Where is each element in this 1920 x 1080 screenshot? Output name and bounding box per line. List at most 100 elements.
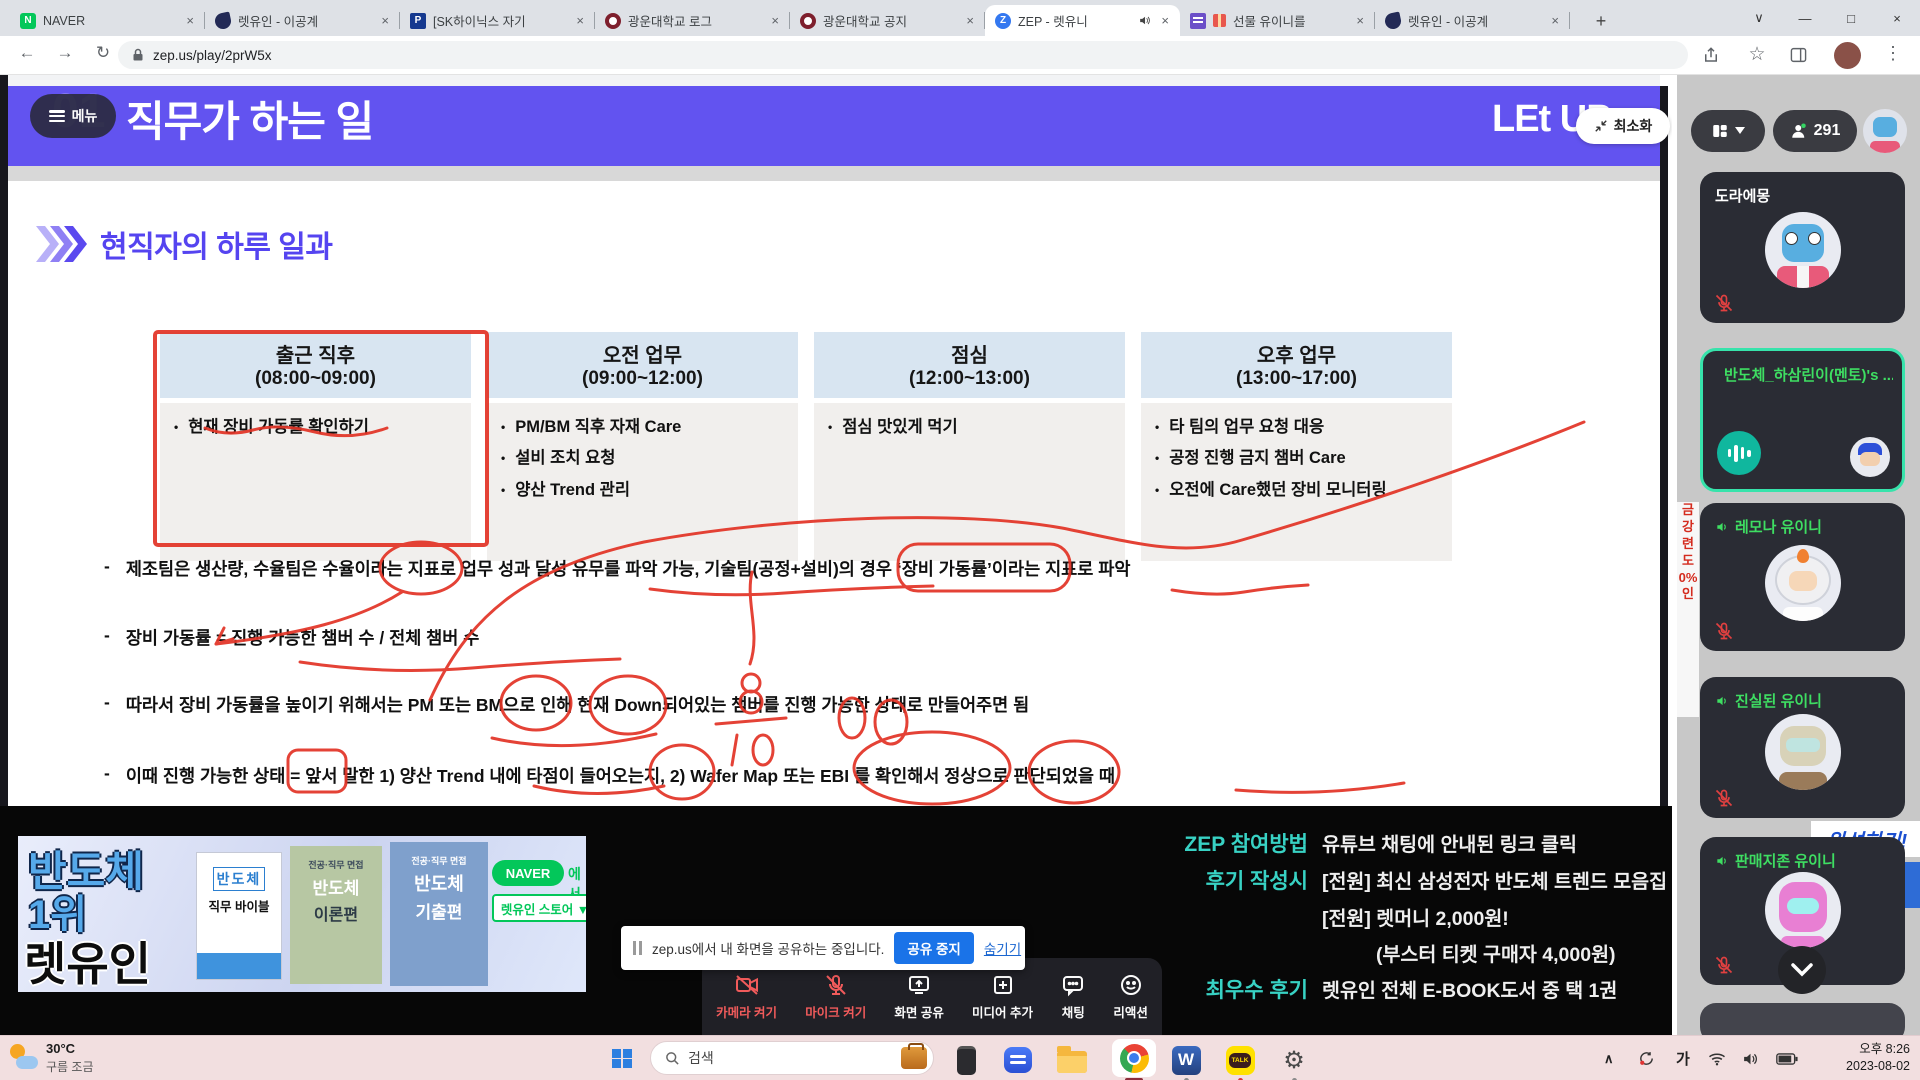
taskbar-app-device[interactable] [950,1044,982,1076]
taskbar-app-word[interactable]: W [1170,1044,1202,1076]
taskbar-app-chrome-active[interactable] [1112,1039,1156,1077]
share-icon[interactable] [1702,46,1720,64]
close-icon[interactable]: × [963,13,977,28]
list-item: •타 팀의 업무 요청 대응 [1155,416,1444,438]
participant-name: 레모나 유이니 [1715,516,1822,537]
participant-count-button[interactable]: 291 [1773,110,1857,152]
button-label: 마이크 켜기 [805,1002,866,1021]
letuin-store-button[interactable]: 렛유인 스토어 ▼ [492,894,586,922]
reaction-button[interactable]: 리액션 [1113,973,1148,1021]
participant-tile[interactable]: 도라에몽 [1700,172,1905,323]
close-icon[interactable]: × [378,13,392,28]
slide-bullet-line: -따라서 장비 가동률을 높이기 위해서는 PM 또는 BM으로 인해 현재 D… [104,692,1029,717]
tab-naver[interactable]: N NAVER × [10,5,205,36]
taskbar-search[interactable]: 검색 [650,1041,934,1075]
taskbar-clock[interactable]: 오후 8:26 2023-08-02 [1846,1041,1910,1075]
kwangwoon-favicon [605,13,621,29]
item-text: 오전에 Care했던 장비 모니터링 [1169,479,1404,501]
tab-zep-active[interactable]: Z ZEP - 렛유니 × [985,5,1180,36]
close-icon[interactable]: × [183,13,197,28]
taskbar-app-settings[interactable]: ⚙ [1278,1044,1310,1076]
mic-on-button[interactable]: 마이크 켜기 [805,973,866,1021]
search-icon [665,1051,680,1066]
window-minimize-button[interactable]: — [1782,0,1828,36]
taskbar-app-explorer[interactable] [1056,1044,1088,1076]
tab-title: ZEP - 렛유니 [1018,11,1131,30]
tray-expand-chevron[interactable]: ∧ [1604,1036,1614,1080]
tab-letuin-2[interactable]: 렛유인 - 이공계 × [1375,5,1570,36]
hide-share-bar-link[interactable]: 숨기기 [984,938,1021,958]
weather-desc[interactable]: 구름 조금 [46,1058,94,1075]
voice-activity-icon [1717,431,1761,475]
close-icon[interactable]: × [573,13,587,28]
window-close-button[interactable]: × [1874,0,1920,36]
windows-start-button[interactable] [612,1049,631,1068]
letuin-ad-banner[interactable]: 반도체 1위 렛유인 반도체 직무 바이블 전공·직무 면접 반도체 이론편 전… [18,836,586,992]
tab-gift-form[interactable]: 선물 유이니를 × [1180,5,1375,36]
folder-icon [1057,1051,1087,1073]
mic-off-icon [824,973,848,997]
add-media-button[interactable]: 미디어 추가 [972,973,1033,1021]
screen-share-button[interactable]: 화면 공유 [894,973,943,1021]
column-title: 출근 직후 [160,339,471,368]
caret-down-icon [1735,127,1745,135]
book-cover: 반도체 직무 바이블 [196,852,282,980]
tab-title: NAVER [43,14,176,28]
close-icon[interactable]: × [768,13,782,28]
chat-button[interactable]: 채팅 [1061,973,1085,1021]
scroll-down-button[interactable] [1778,946,1826,994]
tab-letuin-1[interactable]: 렛유인 - 이공계 × [205,5,400,36]
new-tab-button[interactable]: + [1588,8,1614,34]
volume-icon[interactable] [1742,1036,1759,1080]
avatar [1765,545,1841,621]
participant-tile[interactable]: 진실된 유이니 [1700,677,1905,818]
tab-sk-hynix[interactable]: P [SK하이닉스 자기 × [400,5,595,36]
my-avatar[interactable] [1863,109,1907,153]
address-bar[interactable]: zep.us/play/2prW5x [118,41,1688,69]
avatar [1765,872,1841,948]
close-icon[interactable]: × [1548,13,1562,28]
close-icon[interactable]: × [1158,13,1172,28]
bookmark-star-icon[interactable]: ☆ [1744,43,1770,66]
bullet-icon: • [1155,479,1159,501]
item-text: 설비 조치 요청 [515,447,615,469]
side-panel-icon[interactable] [1790,47,1807,63]
tray-sync-icon[interactable] [1638,1036,1655,1080]
taskbar-app-chat[interactable] [1002,1044,1034,1076]
participant-tile-speaking[interactable]: 반도체_하삼린이(멘토)'s ... [1700,348,1905,492]
window-maximize-button[interactable]: □ [1828,0,1874,36]
bullet-icon: • [501,447,505,469]
forward-icon[interactable]: → [52,43,78,63]
kakaotalk-label: TALK [1229,1053,1252,1068]
reload-icon[interactable]: ↻ [90,43,116,63]
profile-avatar[interactable] [1834,42,1861,69]
participant-tile[interactable]: 레모나 유이니 [1700,503,1905,651]
speaker-icon [1715,854,1729,868]
background-page-fragment: 금강련도0%인 [1677,502,1699,717]
tab-kwangwoon-notice[interactable]: 광운대학교 공지 × [790,5,985,36]
close-icon[interactable]: × [1353,13,1367,28]
tab-search-icon[interactable]: ∨ [1736,0,1782,36]
weather-temp[interactable]: 30°C [46,1041,75,1056]
taskbar-app-kakaotalk[interactable]: TALK [1224,1044,1256,1076]
url-text: zep.us/play/2prW5x [153,48,272,63]
schedule-column-morning-start: 출근 직후 (08:00~09:00) •현재 장비 가동률 확인하기 [160,332,471,561]
tab-kwangwoon-login[interactable]: 광운대학교 로그 × [595,5,790,36]
minimize-share-button[interactable]: 최소화 [1576,108,1670,144]
kebab-menu-icon[interactable]: ⋮ [1880,43,1906,64]
wifi-icon[interactable] [1708,1036,1726,1080]
zep-menu-button[interactable]: 메뉴 [30,94,116,138]
camera-on-button[interactable]: 카메라 켜기 [716,973,777,1021]
stop-sharing-button[interactable]: 공유 중지 [894,932,973,964]
button-label: 리액션 [1113,1002,1148,1021]
letuin-favicon [1384,11,1403,30]
battery-icon[interactable] [1776,1036,1798,1080]
weather-icon[interactable] [10,1044,40,1072]
back-icon[interactable]: ← [14,43,40,63]
bullet-text: 이때 진행 가능한 상태 = 앞서 말한 1) 양산 Trend 내에 타점이 … [126,763,1115,788]
layout-view-button[interactable] [1691,110,1765,152]
book-title: 반도체 [213,867,266,891]
ime-indicator[interactable]: 가 [1676,1036,1690,1080]
chat-app-icon [1004,1047,1032,1073]
mic-muted-icon [1714,621,1734,641]
